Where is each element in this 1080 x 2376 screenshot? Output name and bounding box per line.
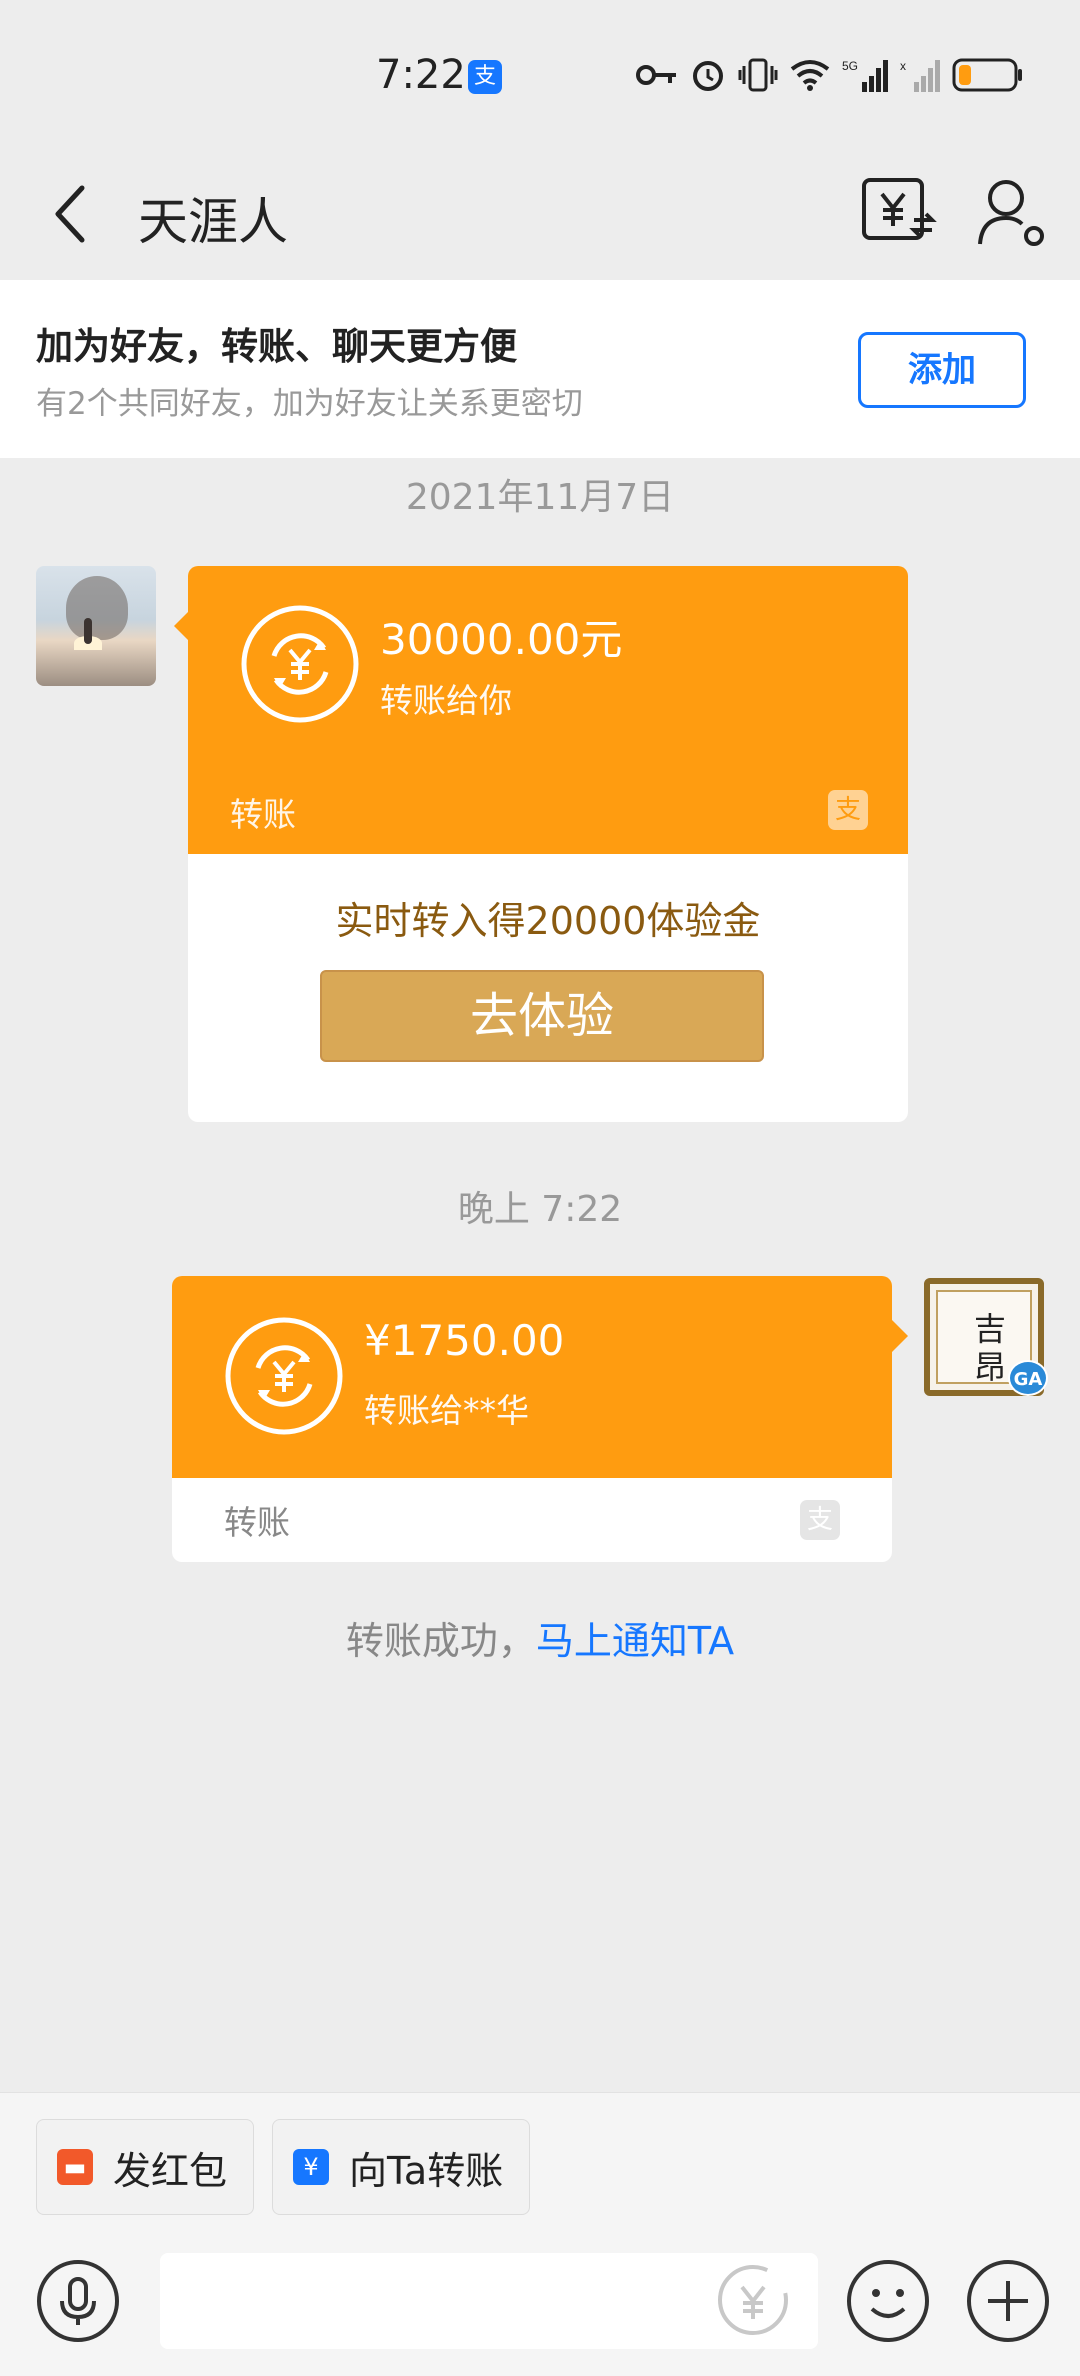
avatar[interactable] xyxy=(36,566,156,686)
red-packet-label: 发红包 xyxy=(113,2148,228,2193)
banner-title: 加为好友，转账、聊天更方便 xyxy=(36,325,517,368)
transfer-coin-icon xyxy=(241,605,359,723)
transfer-footer-label: 转账 xyxy=(224,1503,290,1542)
bubble-tail xyxy=(892,1320,908,1352)
notice-text: 转账成功， xyxy=(345,1619,536,1663)
transfer-success-notice: 转账成功，马上通知TA xyxy=(0,1610,1080,1665)
transfer-card-header: 30000.00元 转账给你 转账 支 xyxy=(188,566,908,854)
banner-subtitle: 有2个共同好友，加为好友让关系更密切 xyxy=(36,386,583,422)
bottom-toolbar: ▬ 发红包 ¥ 向Ta转账 xyxy=(0,2092,1080,2376)
transfer-icon: ¥ xyxy=(293,2149,329,2185)
avatar-figure xyxy=(84,618,92,644)
red-packet-icon: ▬ xyxy=(57,2149,93,2185)
microphone-icon[interactable] xyxy=(36,2259,120,2343)
key-icon xyxy=(636,65,676,85)
battery-icon xyxy=(952,58,1022,92)
transfer-card-header: ¥1750.00 转账给**华 xyxy=(172,1276,892,1478)
incoming-transfer-card[interactable]: 30000.00元 转账给你 转账 支 实时转入得20000体验金 去体验 xyxy=(188,566,908,1122)
transfer-desc: 转账给你 xyxy=(380,681,512,720)
chevron-left-icon[interactable] xyxy=(40,174,110,254)
yuan-circle-icon[interactable] xyxy=(716,2263,790,2337)
transfer-footer-label: 转账 xyxy=(230,795,296,834)
yuan-transfer-icon[interactable] xyxy=(858,170,938,250)
transfer-desc: 转账给**华 xyxy=(364,1391,529,1430)
svg-text:5G: 5G xyxy=(842,59,858,73)
date-label: 2021年11月7日 xyxy=(405,477,675,518)
transfer-amount: 30000.00元 xyxy=(380,615,623,664)
status-bar: 7:22 支 5G x xyxy=(0,0,1080,150)
plus-icon[interactable] xyxy=(966,2259,1050,2343)
red-packet-button[interactable]: ▬ 发红包 xyxy=(36,2119,254,2215)
avatar-badge: GA xyxy=(1008,1360,1048,1396)
avatar[interactable]: 吉 昂 GA xyxy=(924,1278,1048,1396)
svg-text:x: x xyxy=(900,59,906,73)
avatar-char: 昂 xyxy=(974,1348,1007,1386)
user-settings-icon[interactable] xyxy=(972,172,1052,252)
alipay-logo-icon: 支 xyxy=(800,1500,840,1540)
wifi-icon xyxy=(790,60,830,91)
transfer-coin-icon xyxy=(225,1317,343,1435)
emoji-icon[interactable] xyxy=(846,2259,930,2343)
alipay-logo-icon: 支 xyxy=(828,790,868,830)
transfer-amount: ¥1750.00 xyxy=(364,1316,565,1365)
try-experience-button[interactable]: 去体验 xyxy=(320,970,764,1062)
avatar-silhouette xyxy=(66,576,128,640)
alipay-app-icon: 支 xyxy=(468,60,502,94)
notify-link[interactable]: 马上通知TA xyxy=(536,1619,734,1663)
nav-bar: 天涯人 xyxy=(0,150,1080,280)
signal-no-service-icon: x xyxy=(900,59,940,92)
outgoing-transfer-card[interactable]: ¥1750.00 转账给**华 转账 支 xyxy=(172,1276,892,1562)
add-friend-button[interactable]: 添加 xyxy=(858,332,1026,408)
transfer-to-ta-label: 向Ta转账 xyxy=(349,2148,504,2193)
signal-5g-icon: 5G xyxy=(842,59,888,92)
chat-title: 天涯人 xyxy=(138,193,288,251)
time-label: 晚上 7:22 xyxy=(457,1189,623,1230)
status-time: 7:22 xyxy=(376,52,466,98)
add-friend-banner: 加为好友，转账、聊天更方便 有2个共同好友，加为好友让关系更密切 添加 xyxy=(0,280,1080,458)
vibrate-icon xyxy=(738,58,778,92)
promo-text: 实时转入得20000体验金 xyxy=(335,899,761,943)
alarm-icon xyxy=(693,61,723,91)
status-icons: 5G x xyxy=(636,56,1024,94)
transfer-to-ta-button[interactable]: ¥ 向Ta转账 xyxy=(272,2119,530,2215)
